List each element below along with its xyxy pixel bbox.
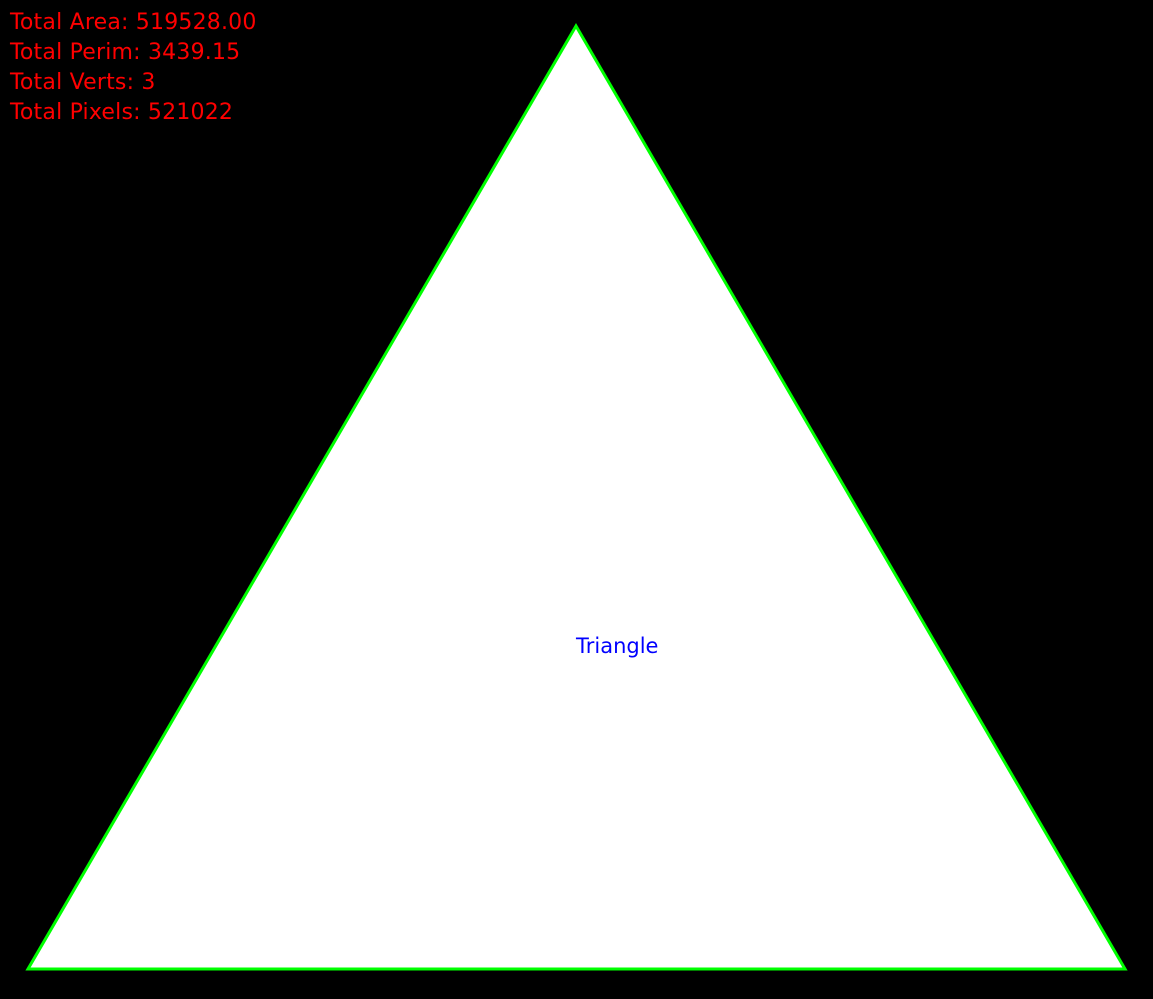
- shape-label: Triangle: [576, 634, 659, 658]
- stats-panel: Total Area: 519528.00 Total Perim: 3439.…: [10, 8, 257, 128]
- total-vertices-text: Total Verts: 3: [10, 70, 156, 95]
- shape-drawing: [25, 23, 1128, 971]
- total-perimeter-text: Total Perim: 3439.15: [10, 40, 241, 65]
- total-pixels-text: Total Pixels: 521022: [10, 100, 234, 125]
- image-canvas: Total Area: 519528.00 Total Perim: 3439.…: [0, 0, 1153, 994]
- total-area-text: Total Area: 519528.00: [10, 10, 257, 35]
- triangle-shape: [25, 23, 1128, 971]
